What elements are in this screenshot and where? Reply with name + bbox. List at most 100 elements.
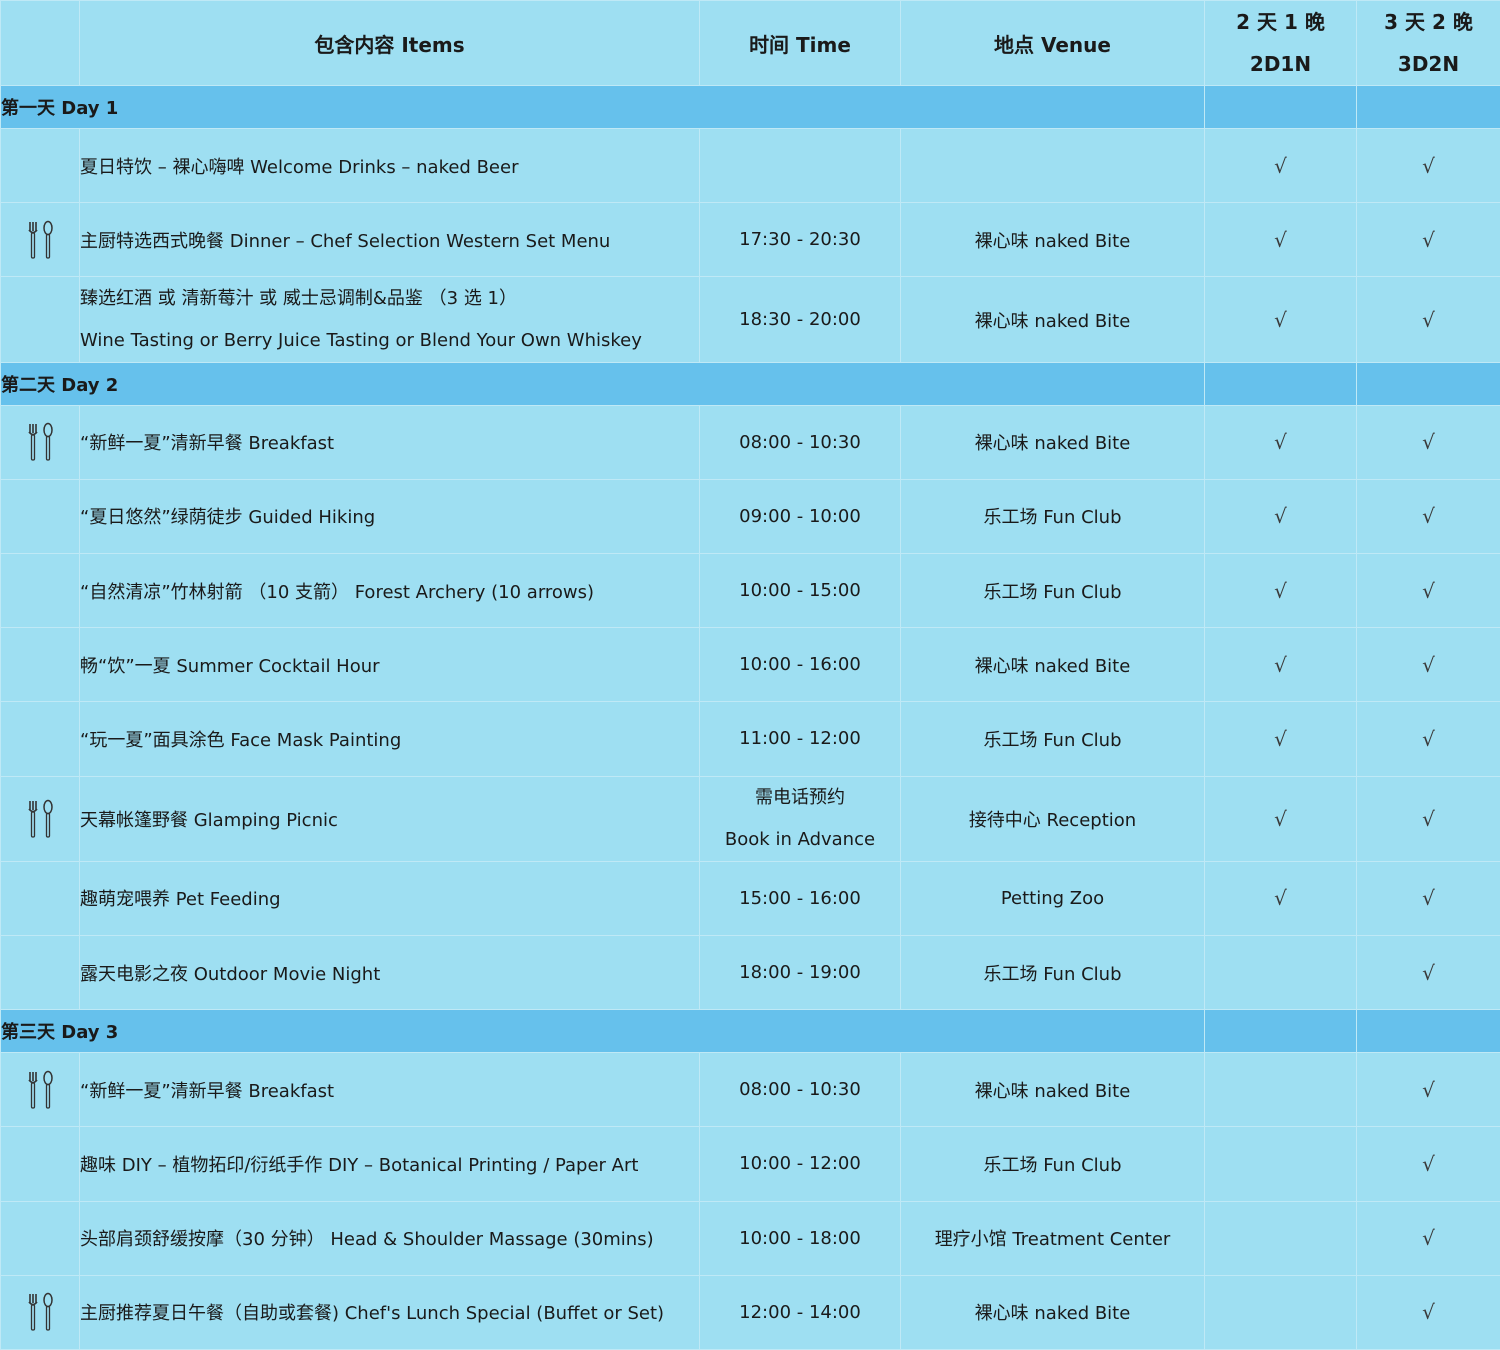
check-mark-3d2n: √ (1422, 1151, 1435, 1176)
check-mark-2d1n: √ (1274, 806, 1287, 831)
check-mark-2d1n: √ (1274, 504, 1287, 529)
package-2d1n-cell: √ (1204, 627, 1357, 703)
time-cell: 10:00 - 12:00 (699, 1126, 901, 1202)
time-value: 12:00 - 14:00 (739, 1301, 861, 1323)
day-header-2d1n-cell (1204, 361, 1357, 406)
venue-value: 接待中心 Reception (968, 809, 1137, 831)
row-icon-cell (0, 404, 80, 480)
schedule-row: 趣味 DIY – 植物拓印/衍纸手作 DIY – Botanical Print… (0, 1126, 1500, 1202)
time-cell: 17:30 - 20:30 (699, 202, 901, 278)
item-cell: 露天电影之夜 Outdoor Movie Night (79, 934, 700, 1011)
row-icon-cell (0, 701, 80, 777)
package-3d2n-cell: √ (1356, 934, 1500, 1011)
time-cell: 10:00 - 18:00 (699, 1200, 901, 1276)
schedule-row: “新鲜一夏”清新早餐 Breakfast 08:00 - 10:30 裸心味 nak… (0, 1052, 1500, 1128)
venue-cell: 裸心味 naked Bite (900, 1274, 1205, 1350)
item-cell: 夏日特饮 – 裸心嗨啤 Welcome Drinks – naked Beer (79, 128, 700, 204)
package-3d2n-cell: √ (1356, 1274, 1500, 1350)
schedule-body: 第一天 Day 1 夏日特饮 – 裸心嗨啤 Welcome Drinks – na… (0, 84, 1500, 1350)
package-2d1n-cell: √ (1204, 478, 1357, 555)
schedule-row: “新鲜一夏”清新早餐 Breakfast 08:00 - 10:30 裸心味 nak… (0, 404, 1500, 480)
package-2d1n-cell: √ (1204, 775, 1357, 862)
cutlery-icon (28, 799, 53, 838)
table-header-row: 包含内容 Items 时间 Time 地点 Venue 2 天 1 晚 2D1N… (0, 0, 1500, 86)
item-cell: “玩一夏”面具涂色 Face Mask Painting (79, 701, 700, 777)
day-header-row: 第二天 Day 2 (0, 361, 1500, 406)
time-value: 10:00 - 18:00 (739, 1227, 861, 1249)
time-value: 10:00 - 12:00 (739, 1153, 861, 1175)
item-cell: 头部肩颈舒缓按摩（30 分钟） Head & Shoulder Massage … (79, 1200, 700, 1276)
row-icon-cell (0, 1126, 80, 1202)
time-cell: 12:00 - 14:00 (699, 1274, 901, 1350)
row-icon-cell (0, 1200, 80, 1276)
check-mark-2d1n: √ (1274, 726, 1287, 751)
item-name: “夏日悠然”绿荫徒步 Guided Hiking (80, 507, 376, 529)
day-header-3d2n-cell (1356, 361, 1500, 406)
check-mark-3d2n: √ (1422, 886, 1435, 911)
day-header-3d2n-cell (1356, 1009, 1500, 1054)
check-mark-3d2n: √ (1422, 430, 1435, 455)
check-mark-2d1n: √ (1274, 153, 1287, 178)
venue-value: 裸心味 naked Bite (974, 230, 1131, 252)
time-cell: 10:00 - 15:00 (699, 553, 901, 629)
package-2d1n-cell (1204, 1274, 1357, 1350)
item-cell: “新鲜一夏”清新早餐 Breakfast (79, 404, 700, 480)
time-cell: 18:00 - 19:00 (699, 934, 901, 1011)
package-3d2n-cell: √ (1356, 627, 1500, 703)
package-2d1n-cell: √ (1204, 202, 1357, 278)
item-cell: “新鲜一夏”清新早餐 Breakfast (79, 1052, 700, 1128)
check-mark-3d2n: √ (1422, 307, 1435, 332)
item-name: 臻选红酒 或 清新莓汁 或 威士忌调制&品鉴 （3 选 1） (80, 287, 518, 309)
check-mark-3d2n: √ (1422, 1077, 1435, 1102)
schedule-row: 天幕帐篷野餐 Glamping Picnic 需电话预约 Book in Advan… (0, 775, 1500, 862)
header-2d1n-english: 2D1N (1249, 52, 1312, 76)
package-2d1n-cell: √ (1204, 860, 1357, 936)
venue-cell: 裸心味 naked Bite (900, 1052, 1205, 1128)
time-value: 10:00 - 15:00 (739, 580, 861, 602)
venue-value: 乐工场 Fun Club (983, 963, 1122, 985)
venue-cell: 理疗小馆 Treatment Center (900, 1200, 1205, 1276)
time-cell: 09:00 - 10:00 (699, 478, 901, 555)
header-2d1n-chinese: 2 天 1 晚 (1236, 10, 1325, 34)
item-name: 主厨特选西式晚餐 Dinner – Chef Selection Western… (80, 230, 611, 252)
time-cell: 10:00 - 16:00 (699, 627, 901, 703)
item-cell: 畅“饮”一夏 Summer Cocktail Hour (79, 627, 700, 703)
check-mark-2d1n: √ (1274, 578, 1287, 603)
schedule-row: “夏日悠然”绿荫徒步 Guided Hiking 09:00 - 10:00 乐工场… (0, 478, 1500, 555)
row-icon-cell (0, 934, 80, 1011)
item-name: “新鲜一夏”清新早餐 Breakfast (80, 433, 335, 455)
time-value: 18:30 - 20:00 (739, 309, 861, 331)
package-2d1n-cell (1204, 1052, 1357, 1128)
schedule-row: “自然清凉”竹林射箭 （10 支箭） Forest Archery (10 ar… (0, 553, 1500, 629)
time-value: 09:00 - 10:00 (739, 505, 861, 527)
item-name: 夏日特饮 – 裸心嗨啤 Welcome Drinks – naked Beer (80, 156, 519, 178)
time-cell: 08:00 - 10:30 (699, 404, 901, 480)
venue-value: 乐工场 Fun Club (983, 1154, 1122, 1176)
header-3d2n-chinese: 3 天 2 晚 (1384, 10, 1473, 34)
item-name: 主厨推荐夏日午餐（自助或套餐) Chef's Lunch Special (Bu… (80, 1303, 665, 1325)
item-name: “自然清凉”竹林射箭 （10 支箭） Forest Archery (10 ar… (80, 581, 595, 603)
package-2d1n-cell (1204, 1126, 1357, 1202)
package-3d2n-cell: √ (1356, 860, 1500, 936)
time-value: 17:30 - 20:30 (739, 229, 861, 251)
venue-cell (900, 128, 1205, 204)
time-value: 18:00 - 19:00 (739, 962, 861, 984)
venue-cell: 乐工场 Fun Club (900, 1126, 1205, 1202)
package-3d2n-cell: √ (1356, 1126, 1500, 1202)
schedule-row: 夏日特饮 – 裸心嗨啤 Welcome Drinks – naked Beer √… (0, 128, 1500, 204)
item-cell: 天幕帐篷野餐 Glamping Picnic (79, 775, 700, 862)
check-mark-3d2n: √ (1422, 153, 1435, 178)
venue-cell: 乐工场 Fun Club (900, 553, 1205, 629)
time-value: 需电话预约 (755, 786, 845, 808)
check-mark-3d2n: √ (1422, 1300, 1435, 1325)
cutlery-icon (28, 1070, 53, 1109)
check-mark-3d2n: √ (1422, 726, 1435, 751)
time-cell: 11:00 - 12:00 (699, 701, 901, 777)
check-mark-3d2n: √ (1422, 578, 1435, 603)
package-2d1n-cell: √ (1204, 701, 1357, 777)
venue-cell: 裸心味 naked Bite (900, 202, 1205, 278)
venue-value: 裸心味 naked Bite (974, 1080, 1131, 1102)
row-icon-cell (0, 202, 80, 278)
time-value-english: Book in Advance (724, 828, 876, 850)
schedule-row: 主厨推荐夏日午餐（自助或套餐) Chef's Lunch Special (Bu… (0, 1274, 1500, 1350)
